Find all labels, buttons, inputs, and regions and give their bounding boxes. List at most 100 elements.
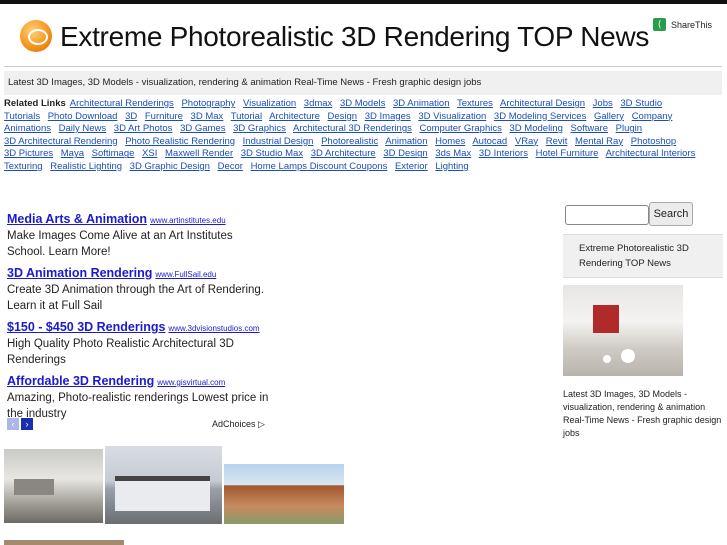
related-link[interactable]: Tutorials: [4, 111, 40, 122]
search-input[interactable]: [565, 205, 649, 225]
related-link[interactable]: Architectural 3D Renderings: [293, 123, 412, 134]
related-link[interactable]: 3D Games: [180, 123, 225, 134]
related-link[interactable]: Plugin: [616, 123, 642, 134]
related-link[interactable]: 3D Graphic Design: [130, 161, 210, 172]
related-link[interactable]: Maxwell Render: [165, 148, 233, 159]
related-link[interactable]: XSI: [142, 148, 157, 159]
adchoices-link[interactable]: AdChoices ▷: [212, 419, 265, 430]
ad-description: Amazing, Photo-realistic renderings Lowe…: [7, 392, 269, 420]
share-label: ShareThis: [670, 19, 712, 30]
ad-item: Media Arts & Animation www.artinstitutes.…: [7, 210, 272, 260]
related-link[interactable]: Hotel Furniture: [536, 148, 599, 159]
sidebar-site-box: Extreme Photorealistic 3D Rendering TOP …: [563, 234, 723, 278]
ad-block: Media Arts & Animation www.artinstitutes.…: [7, 210, 272, 426]
ad-item: Affordable 3D Rendering www.gisvirtual.co…: [7, 372, 272, 422]
related-link[interactable]: 3D Modeling: [510, 123, 563, 134]
related-link[interactable]: Animations: [4, 123, 51, 134]
site-logo-icon[interactable]: [20, 20, 52, 52]
ad-url-link[interactable]: www.FullSail.edu: [155, 270, 216, 279]
related-link[interactable]: Design: [328, 111, 358, 122]
site-title[interactable]: Extreme Photorealistic 3D Rendering TOP …: [60, 21, 649, 53]
interior-rendering-thumbnail[interactable]: [4, 449, 103, 523]
related-link[interactable]: Photo Download: [48, 111, 118, 122]
ad-description: Create 3D Animation through the Art of R…: [7, 284, 264, 312]
related-link[interactable]: Software: [571, 123, 609, 134]
partial-thumbnail[interactable]: [4, 540, 124, 545]
related-link[interactable]: Architectural Design: [500, 98, 585, 109]
ad-url-link[interactable]: www.3dvisionstudios.com: [168, 324, 259, 333]
ad-prev-icon[interactable]: ‹: [7, 418, 19, 430]
related-link[interactable]: 3D Models: [340, 98, 385, 109]
ad-url-link[interactable]: www.artinstitutes.edu: [150, 216, 226, 225]
related-link[interactable]: Realistic Lighting: [50, 161, 122, 172]
related-link[interactable]: Furniture: [145, 111, 183, 122]
related-link[interactable]: Animation: [385, 136, 427, 147]
ad-navigation: ‹ ›: [7, 418, 33, 430]
related-link[interactable]: Photo Realistic Rendering: [125, 136, 235, 147]
related-link[interactable]: Computer Graphics: [420, 123, 502, 134]
related-link[interactable]: Decor: [218, 161, 243, 172]
related-link[interactable]: 3D: [125, 111, 137, 122]
ad-next-icon[interactable]: ›: [21, 418, 33, 430]
search-button[interactable]: Search: [649, 202, 693, 226]
related-link[interactable]: 3D Architectural Rendering: [4, 136, 118, 147]
related-link[interactable]: Architecture: [269, 111, 320, 122]
related-link[interactable]: Architectural Interiors: [606, 148, 696, 159]
share-button[interactable]: ⟨ ShareThis: [652, 18, 712, 31]
related-link[interactable]: 3D Studio: [620, 98, 662, 109]
related-links: Related Links Architectural Renderings Ph…: [4, 98, 702, 174]
ad-title-link[interactable]: Affordable 3D Rendering: [7, 374, 154, 388]
related-link[interactable]: 3D Visualization: [418, 111, 486, 122]
related-link[interactable]: 3D Modeling Services: [494, 111, 586, 122]
related-link[interactable]: Textures: [457, 98, 493, 109]
related-link[interactable]: Company: [632, 111, 673, 122]
related-link[interactable]: Architectural Renderings: [70, 98, 174, 109]
related-link[interactable]: 3D Design: [383, 148, 427, 159]
related-link[interactable]: Industrial Design: [243, 136, 314, 147]
related-link[interactable]: Gallery: [594, 111, 624, 122]
related-link[interactable]: 3D Interiors: [479, 148, 528, 159]
related-link[interactable]: Visualization: [243, 98, 296, 109]
related-link[interactable]: 3ds Max: [435, 148, 471, 159]
related-link[interactable]: Revit: [546, 136, 568, 147]
sidebar-site-name[interactable]: Extreme Photorealistic 3D Rendering TOP …: [579, 241, 719, 271]
related-link[interactable]: Maya: [61, 148, 84, 159]
related-link[interactable]: Daily News: [59, 123, 107, 134]
related-link[interactable]: 3D Images: [365, 111, 411, 122]
ad-title-link[interactable]: 3D Animation Rendering: [7, 266, 152, 280]
related-link[interactable]: 3D Architecture: [311, 148, 376, 159]
apartment-rendering-thumbnail[interactable]: [224, 464, 344, 524]
related-link[interactable]: Autocad: [472, 136, 507, 147]
ad-item: $150 - $450 3D Renderings www.3dvisionstu…: [7, 318, 272, 368]
ad-description: Make Images Come Alive at an Art Institu…: [7, 230, 233, 258]
sidebar-interior-image[interactable]: [563, 285, 683, 376]
related-link[interactable]: Home Lamps Discount Coupons: [251, 161, 388, 172]
related-link[interactable]: 3D Animation: [393, 98, 450, 109]
share-icon: ⟨: [652, 18, 666, 31]
related-link[interactable]: 3D Art Photos: [114, 123, 173, 134]
related-link[interactable]: Jobs: [593, 98, 613, 109]
related-link[interactable]: VRay: [515, 136, 538, 147]
related-link[interactable]: 3D Studio Max: [241, 148, 303, 159]
related-link[interactable]: Texturing: [4, 161, 43, 172]
related-link[interactable]: Lighting: [435, 161, 468, 172]
related-link[interactable]: 3D Pictures: [4, 148, 53, 159]
ad-url-link[interactable]: www.gisvirtual.com: [157, 378, 225, 387]
related-link[interactable]: Photography: [181, 98, 235, 109]
related-link[interactable]: Photoshop: [631, 136, 676, 147]
related-link[interactable]: Mental Ray: [575, 136, 623, 147]
building-rendering-thumbnail[interactable]: [105, 446, 222, 524]
ad-item: 3D Animation Rendering www.FullSail.edu Cr…: [7, 264, 272, 314]
ad-title-link[interactable]: $150 - $450 3D Renderings: [7, 320, 165, 334]
ad-title-link[interactable]: Media Arts & Animation: [7, 212, 147, 226]
top-bar: [0, 0, 727, 4]
site-header: Extreme Photorealistic 3D Rendering TOP …: [4, 6, 722, 67]
related-link[interactable]: 3D Max: [191, 111, 224, 122]
related-link[interactable]: Photorealistic: [321, 136, 378, 147]
related-link[interactable]: 3dmax: [304, 98, 333, 109]
related-link[interactable]: Exterior: [395, 161, 428, 172]
related-link[interactable]: Tutorial: [231, 111, 262, 122]
related-link[interactable]: Softimage: [92, 148, 135, 159]
related-link[interactable]: Homes: [435, 136, 465, 147]
related-link[interactable]: 3D Graphics: [233, 123, 286, 134]
